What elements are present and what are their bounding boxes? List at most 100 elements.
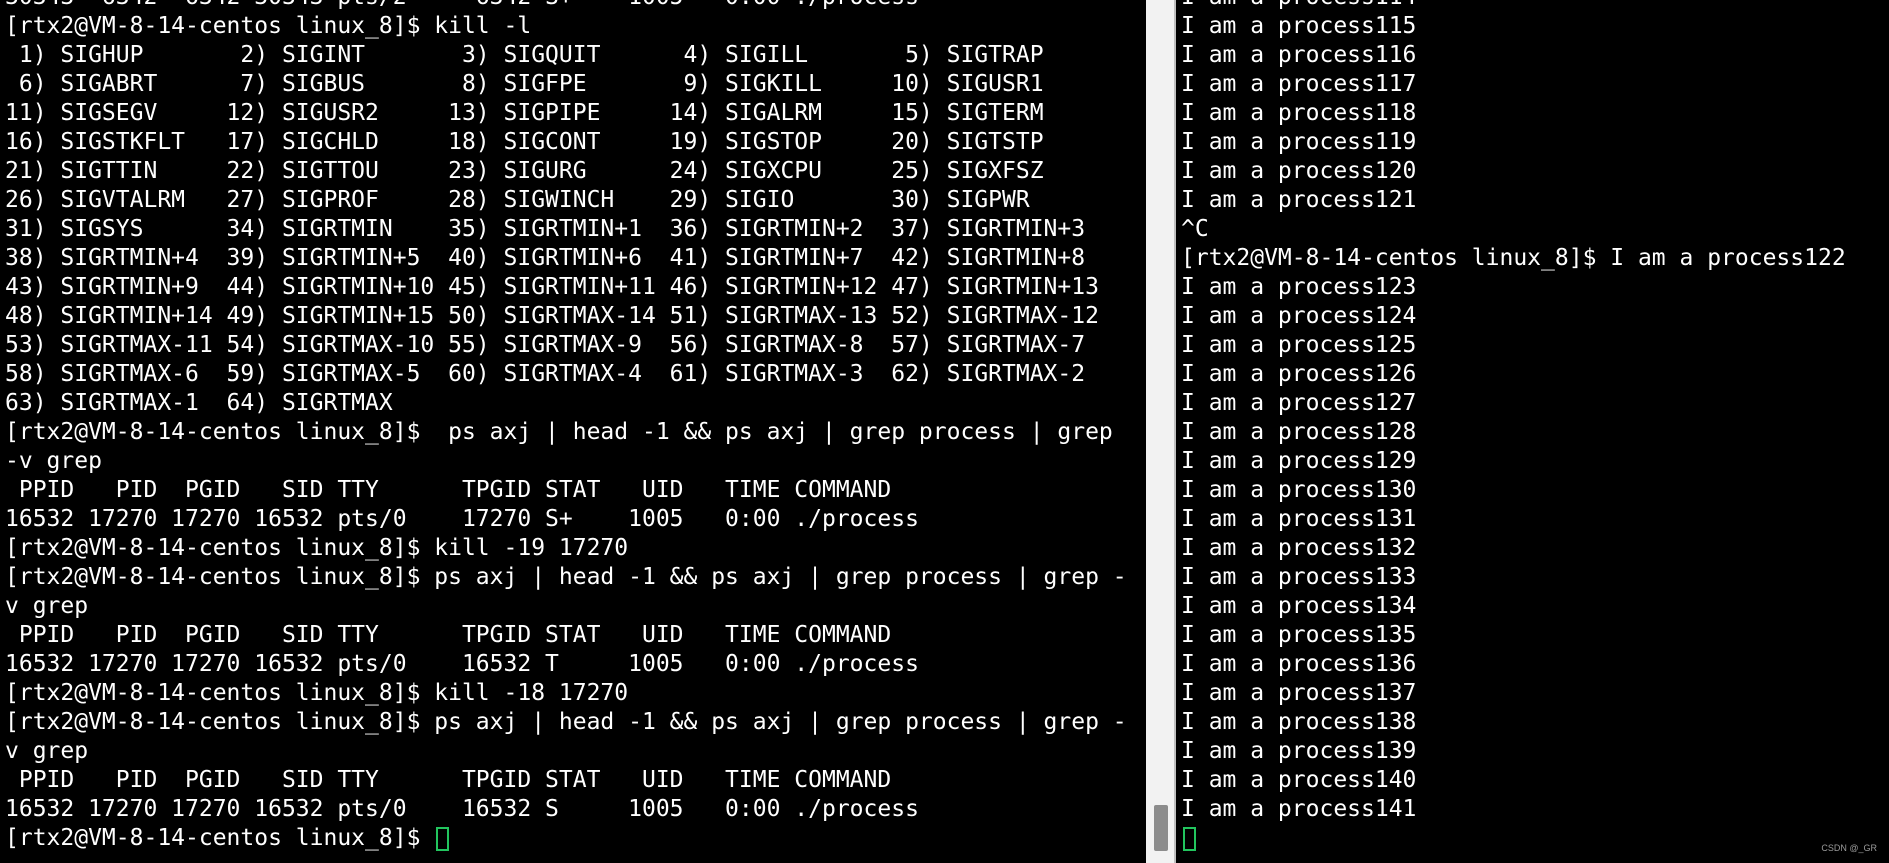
terminal-line-text: 16532 17270 17270 16532 pts/0 16532 T 10… (5, 651, 919, 677)
terminal-line: I am a process114 (1181, 0, 1846, 12)
terminal-line-text: I am a process119 (1181, 129, 1417, 155)
terminal-line-text: ^C (1181, 216, 1209, 242)
terminal-line-text: I am a process133 (1181, 564, 1417, 590)
terminal-line: 31) SIGSYS 34) SIGRTMIN 35) SIGRTMIN+1 3… (5, 215, 1127, 244)
terminal-line-text: I am a process134 (1181, 593, 1417, 619)
terminal-line-text: [rtx2@VM-8-14-centos linux_8]$ ps axj | … (5, 419, 1113, 445)
right-terminal-output: I am a process114 I am a process115 I am a… (1181, 0, 1846, 853)
terminal-line: 6) SIGABRT 7) SIGBUS 8) SIGFPE 9) SIGKIL… (5, 70, 1127, 99)
terminal-line: 58) SIGRTMAX-6 59) SIGRTMAX-5 60) SIGRTM… (5, 360, 1127, 389)
terminal-line: [rtx2@VM-8-14-centos linux_8]$ I am a pr… (1181, 244, 1846, 273)
terminal-line-text: 30343 6342 6342 30343 pts/2 6342 S+ 1005… (5, 0, 919, 10)
terminal-line: 30343 6342 6342 30343 pts/2 6342 S+ 1005… (5, 0, 1127, 12)
left-terminal-pane[interactable]: 30343 6342 6342 30343 pts/2 6342 S+ 1005… (0, 0, 1146, 863)
terminal-line-text: I am a process117 (1181, 71, 1417, 97)
terminal-line: 16532 17270 17270 16532 pts/0 16532 T 10… (5, 650, 1127, 679)
terminal-line: ^C (1181, 215, 1846, 244)
terminal-line: I am a process119 (1181, 128, 1846, 157)
terminal-line: PPID PID PGID SID TTY TPGID STAT UID TIM… (5, 621, 1127, 650)
terminal-line-text: I am a process139 (1181, 738, 1417, 764)
terminal-line: [rtx2@VM-8-14-centos linux_8]$ (5, 824, 1127, 853)
terminal-line: 21) SIGTTIN 22) SIGTTOU 23) SIGURG 24) S… (5, 157, 1127, 186)
terminal-line: [rtx2@VM-8-14-centos linux_8]$ ps axj | … (5, 418, 1127, 447)
terminal-line: [rtx2@VM-8-14-centos linux_8]$ kill -l (5, 12, 1127, 41)
terminal-line: [rtx2@VM-8-14-centos linux_8]$ ps axj | … (5, 708, 1127, 737)
terminal-cursor (1183, 826, 1196, 851)
terminal-line-text: I am a process127 (1181, 390, 1417, 416)
terminal-line-text: 58) SIGRTMAX-6 59) SIGRTMAX-5 60) SIGRTM… (5, 361, 1086, 387)
terminal-line: 1) SIGHUP 2) SIGINT 3) SIGQUIT 4) SIGILL… (5, 41, 1127, 70)
terminal-line: I am a process115 (1181, 12, 1846, 41)
terminal-line: I am a process125 (1181, 331, 1846, 360)
terminal-line-text: 31) SIGSYS 34) SIGRTMIN 35) SIGRTMIN+1 3… (5, 216, 1086, 242)
terminal-line-text: [rtx2@VM-8-14-centos linux_8]$ (5, 825, 435, 851)
terminal-line: 26) SIGVTALRM 27) SIGPROF 28) SIGWINCH 2… (5, 186, 1127, 215)
terminal-line-text: I am a process130 (1181, 477, 1417, 503)
terminal-line-text: 1) SIGHUP 2) SIGINT 3) SIGQUIT 4) SIGILL… (5, 42, 1044, 68)
terminal-line: I am a process120 (1181, 157, 1846, 186)
terminal-line-text: [rtx2@VM-8-14-centos linux_8]$ kill -19 … (5, 535, 629, 561)
terminal-line-text: I am a process132 (1181, 535, 1417, 561)
terminal-line-text: I am a process124 (1181, 303, 1417, 329)
scrollbar-thumb[interactable] (1154, 805, 1168, 851)
terminal-line: I am a process139 (1181, 737, 1846, 766)
terminal-line-text: I am a process125 (1181, 332, 1417, 358)
terminal-line-text: I am a process128 (1181, 419, 1417, 445)
terminal-line (1181, 824, 1846, 853)
terminal-line: 53) SIGRTMAX-11 54) SIGRTMAX-10 55) SIGR… (5, 331, 1127, 360)
terminal-line-text: I am a process126 (1181, 361, 1417, 387)
terminal-line: I am a process140 (1181, 766, 1846, 795)
terminal-line-text: 43) SIGRTMIN+9 44) SIGRTMIN+10 45) SIGRT… (5, 274, 1099, 300)
terminal-line-text: I am a process121 (1181, 187, 1417, 213)
terminal-line: [rtx2@VM-8-14-centos linux_8]$ kill -18 … (5, 679, 1127, 708)
terminal-line: 16532 17270 17270 16532 pts/0 17270 S+ 1… (5, 505, 1127, 534)
terminal-line: I am a process124 (1181, 302, 1846, 331)
terminal-line: I am a process134 (1181, 592, 1846, 621)
terminal-line-text: 6) SIGABRT 7) SIGBUS 8) SIGFPE 9) SIGKIL… (5, 71, 1044, 97)
terminal-line-text: 53) SIGRTMAX-11 54) SIGRTMAX-10 55) SIGR… (5, 332, 1086, 358)
terminal-line-text: I am a process138 (1181, 709, 1417, 735)
terminal-line: I am a process116 (1181, 41, 1846, 70)
terminal-line: I am a process136 (1181, 650, 1846, 679)
terminal-line: PPID PID PGID SID TTY TPGID STAT UID TIM… (5, 476, 1127, 505)
terminal-line-text: I am a process141 (1181, 796, 1417, 822)
terminal-line-text: 16532 17270 17270 16532 pts/0 17270 S+ 1… (5, 506, 919, 532)
watermark: CSDN @_GR (1821, 843, 1877, 853)
terminal-line-text: I am a process140 (1181, 767, 1417, 793)
terminal-line-text: I am a process129 (1181, 448, 1417, 474)
terminal-line: I am a process131 (1181, 505, 1846, 534)
terminal-line-text: I am a process114 (1181, 0, 1416, 10)
terminal-line: I am a process133 (1181, 563, 1846, 592)
terminal-line: 48) SIGRTMIN+14 49) SIGRTMIN+15 50) SIGR… (5, 302, 1127, 331)
terminal-line-text: 11) SIGSEGV 12) SIGUSR2 13) SIGPIPE 14) … (5, 100, 1044, 126)
terminal-line-text: 26) SIGVTALRM 27) SIGPROF 28) SIGWINCH 2… (5, 187, 1030, 213)
terminal-line: I am a process118 (1181, 99, 1846, 128)
terminal-line-text: 16) SIGSTKFLT 17) SIGCHLD 18) SIGCONT 19… (5, 129, 1044, 155)
terminal-line: 16532 17270 17270 16532 pts/0 16532 S 10… (5, 795, 1127, 824)
terminal-line-text: 16532 17270 17270 16532 pts/0 16532 S 10… (5, 796, 919, 822)
terminal-line-text: I am a process115 (1181, 13, 1417, 39)
terminal-line-text: I am a process123 (1181, 274, 1417, 300)
terminal-line: I am a process132 (1181, 534, 1846, 563)
terminal-line-text: PPID PID PGID SID TTY TPGID STAT UID TIM… (5, 622, 892, 648)
terminal-line-text: [rtx2@VM-8-14-centos linux_8]$ ps axj | … (5, 564, 1127, 590)
terminal-line-text: I am a process120 (1181, 158, 1417, 184)
terminal-line: [rtx2@VM-8-14-centos linux_8]$ kill -19 … (5, 534, 1127, 563)
terminal-line: I am a process128 (1181, 418, 1846, 447)
terminal-line-text: 38) SIGRTMIN+4 39) SIGRTMIN+5 40) SIGRTM… (5, 245, 1086, 271)
terminal-line-text: I am a process118 (1181, 100, 1417, 126)
terminal-line-text: I am a process137 (1181, 680, 1417, 706)
terminal-line: [rtx2@VM-8-14-centos linux_8]$ ps axj | … (5, 563, 1127, 592)
terminal-line: I am a process121 (1181, 186, 1846, 215)
terminal-line: 11) SIGSEGV 12) SIGUSR2 13) SIGPIPE 14) … (5, 99, 1127, 128)
right-terminal-pane[interactable]: I am a process114 I am a process115 I am a… (1176, 0, 1889, 863)
terminal-line-text: 21) SIGTTIN 22) SIGTTOU 23) SIGURG 24) S… (5, 158, 1044, 184)
terminal-line-text: PPID PID PGID SID TTY TPGID STAT UID TIM… (5, 767, 892, 793)
terminal-line: 38) SIGRTMIN+4 39) SIGRTMIN+5 40) SIGRTM… (5, 244, 1127, 273)
terminal-line: I am a process135 (1181, 621, 1846, 650)
terminal-line: I am a process123 (1181, 273, 1846, 302)
left-terminal-scrollbar[interactable] (1146, 0, 1176, 863)
terminal-line: I am a process138 (1181, 708, 1846, 737)
terminal-line: I am a process126 (1181, 360, 1846, 389)
terminal-line: 16) SIGSTKFLT 17) SIGCHLD 18) SIGCONT 19… (5, 128, 1127, 157)
